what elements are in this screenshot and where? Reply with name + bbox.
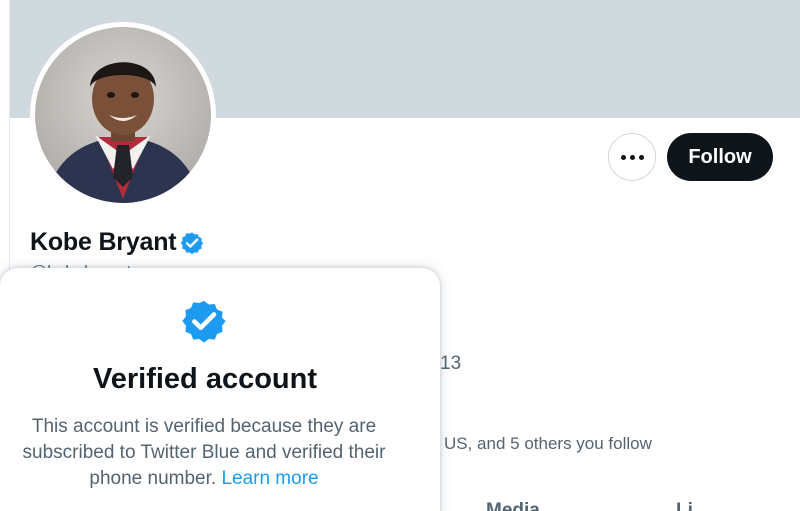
verified-badge-icon[interactable]	[180, 231, 204, 255]
tab-media[interactable]: Media	[486, 500, 540, 511]
more-horizontal-icon-dot	[629, 154, 635, 160]
popover-body-line: subscribed to Twitter Blue and verified …	[22, 442, 386, 463]
learn-more-link[interactable]: Learn more	[221, 468, 318, 489]
display-name: Kobe Bryant	[30, 228, 177, 256]
more-horizontal-icon-dot	[620, 154, 626, 160]
more-horizontal-icon-dot	[638, 154, 644, 160]
profile-avatar[interactable]	[30, 22, 216, 208]
popover-body-text: phone number.	[89, 468, 217, 489]
followers-you-know[interactable]: US, and 5 others you follow	[444, 434, 652, 454]
verified-account-popover: Verified account This account is verifie…	[0, 268, 440, 511]
more-options-button[interactable]	[608, 133, 656, 181]
popover-title: Verified account	[92, 363, 317, 395]
popover-body: This account is verified because they ar…	[0, 414, 408, 492]
profile-name-row: Kobe Bryant	[30, 228, 204, 257]
profile-page: Follow Kobe Bryant @kobebryant 13 US, an…	[0, 0, 800, 511]
profile-tabs-fragment: Media Li	[486, 500, 786, 511]
popover-body-line: This account is verified because they ar…	[31, 416, 377, 437]
follow-button[interactable]: Follow	[667, 133, 773, 181]
verified-badge-icon	[182, 300, 226, 343]
profile-photo	[35, 27, 211, 203]
popover-body-line-3: phone number. Learn more	[0, 466, 408, 492]
joined-date-fragment: 13	[440, 353, 462, 374]
tab-likes[interactable]: Li	[676, 500, 693, 511]
